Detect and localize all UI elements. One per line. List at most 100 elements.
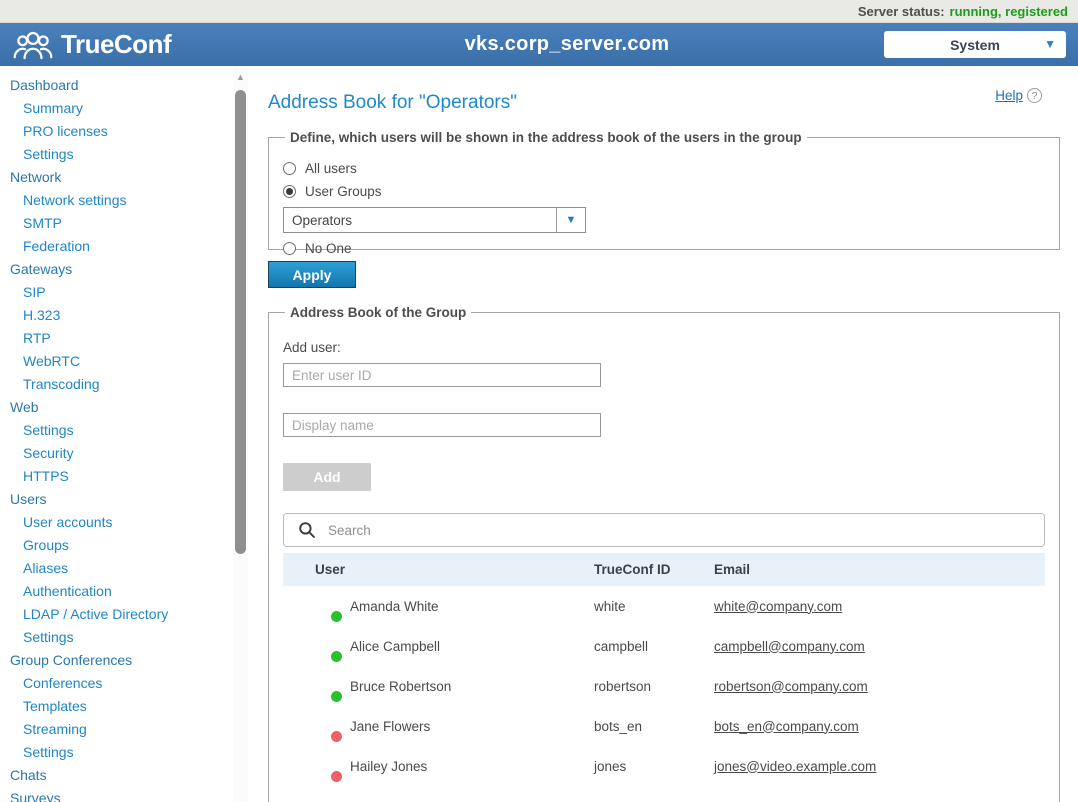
radio-user-groups[interactable] [283, 185, 296, 198]
status-dot [331, 731, 342, 742]
sidebar-item-network[interactable]: Network [0, 166, 252, 189]
brand: TrueConf [0, 29, 250, 60]
help-link[interactable]: Help [995, 88, 1023, 103]
sidebar-item-network-settings[interactable]: Network settings [0, 189, 252, 212]
sidebar-item-summary[interactable]: Summary [0, 97, 252, 120]
group-select-dropdown[interactable]: Operators ▼ [283, 207, 586, 233]
avatar [313, 713, 340, 740]
question-mark-icon[interactable]: ? [1027, 88, 1042, 103]
app-header: TrueConf vks.corp_server.com System ▼ [0, 23, 1078, 66]
radio-option-all-users[interactable]: All users [283, 161, 1045, 176]
email-link[interactable]: robertson@company.com [714, 679, 868, 694]
sidebar-item-templates[interactable]: Templates [0, 695, 252, 718]
dropdown-arrow-icon[interactable]: ▼ [556, 208, 585, 232]
sidebar: DashboardSummaryPRO licensesSettingsNetw… [0, 66, 252, 802]
sidebar-item-streaming[interactable]: Streaming [0, 718, 252, 741]
sidebar-item-h-323[interactable]: H.323 [0, 304, 252, 327]
sidebar-item-settings[interactable]: Settings [0, 419, 252, 442]
radio-all-users[interactable] [283, 162, 296, 175]
user-name: Bruce Robertson [350, 679, 451, 694]
display-name-input[interactable] [283, 413, 601, 437]
page-title: Address Book for "Operators" [268, 92, 517, 114]
system-menu-dropdown[interactable]: System ▼ [884, 31, 1066, 58]
sidebar-nav: DashboardSummaryPRO licensesSettingsNetw… [0, 66, 252, 802]
table-row[interactable]: Alice Campbellcampbellcampbell@company.c… [283, 626, 1045, 666]
define-users-legend: Define, which users will be shown in the… [285, 130, 807, 145]
radio-option-no-one[interactable]: No One [283, 241, 1045, 256]
server-status-bar: Server status: running, registered [0, 0, 1078, 23]
sidebar-item-surveys[interactable]: Surveys [0, 787, 252, 802]
scrollbar-thumb[interactable] [235, 90, 246, 554]
sidebar-item-sip[interactable]: SIP [0, 281, 252, 304]
email-link[interactable]: white@company.com [714, 599, 842, 614]
sidebar-item-https[interactable]: HTTPS [0, 465, 252, 488]
avatar [313, 633, 340, 660]
sidebar-item-group-conferences[interactable]: Group Conferences [0, 649, 252, 672]
sidebar-item-user-accounts[interactable]: User accounts [0, 511, 252, 534]
sidebar-item-users[interactable]: Users [0, 488, 252, 511]
table-header-row: User TrueConf ID Email [283, 553, 1045, 586]
trueconf-id: white [594, 599, 714, 614]
sidebar-item-ldap-active-directory[interactable]: LDAP / Active Directory [0, 603, 252, 626]
sidebar-item-groups[interactable]: Groups [0, 534, 252, 557]
user-name: Alice Campbell [350, 639, 440, 654]
sidebar-item-federation[interactable]: Federation [0, 235, 252, 258]
address-book-legend: Address Book of the Group [285, 305, 471, 320]
trueconf-id: jones [594, 759, 714, 774]
sidebar-item-web[interactable]: Web [0, 396, 252, 419]
user-name: Hailey Jones [350, 759, 427, 774]
table-row[interactable]: Jane Flowersbots_enbots_en@company.com [283, 706, 1045, 746]
sidebar-item-authentication[interactable]: Authentication [0, 580, 252, 603]
main-content: Address Book for "Operators" Help ? Defi… [268, 66, 1060, 802]
avatar [313, 593, 340, 620]
apply-button[interactable]: Apply [268, 261, 356, 288]
search-box[interactable] [283, 513, 1045, 547]
sidebar-item-transcoding[interactable]: Transcoding [0, 373, 252, 396]
header-user: User [283, 562, 594, 577]
sidebar-item-dashboard[interactable]: Dashboard [0, 74, 252, 97]
table-row[interactable]: Amanda White whitewhite@company.com [283, 586, 1045, 626]
email-link[interactable]: jones@video.example.com [714, 759, 876, 774]
sidebar-item-webrtc[interactable]: WebRTC [0, 350, 252, 373]
table-row[interactable]: Bruce Robertson robertsonrobertson@compan… [283, 666, 1045, 706]
table-body: Amanda White whitewhite@company.com Alice … [283, 586, 1045, 786]
user-name: Amanda White [350, 599, 439, 614]
sidebar-item-smtp[interactable]: SMTP [0, 212, 252, 235]
add-user-label: Add user: [283, 340, 1045, 355]
sidebar-item-gateways[interactable]: Gateways [0, 258, 252, 281]
server-name-title: vks.corp_server.com [250, 33, 884, 56]
sidebar-item-conferences[interactable]: Conferences [0, 672, 252, 695]
user-name: Jane Flowers [350, 719, 430, 734]
header-email: Email [714, 562, 1045, 577]
radio-option-user-groups[interactable]: User Groups [283, 184, 1045, 199]
radio-no-one[interactable] [283, 242, 296, 255]
server-status-label: Server status: [858, 4, 945, 19]
header-trueconf-id: TrueConf ID [594, 562, 714, 577]
sidebar-item-settings[interactable]: Settings [0, 741, 252, 764]
sidebar-item-settings[interactable]: Settings [0, 626, 252, 649]
sidebar-item-security[interactable]: Security [0, 442, 252, 465]
define-users-fieldset: Define, which users will be shown in the… [268, 130, 1060, 250]
search-input[interactable] [328, 514, 1044, 546]
sidebar-item-chats[interactable]: Chats [0, 764, 252, 787]
table-row[interactable]: Hailey Jones jonesjones@video.example.com [283, 746, 1045, 786]
sidebar-scrollbar[interactable]: ▲ [233, 68, 248, 802]
trueconf-id: robertson [594, 679, 714, 694]
chevron-down-icon: ▼ [1044, 37, 1056, 51]
trueconf-people-icon [12, 30, 54, 60]
email-link[interactable]: campbell@company.com [714, 639, 865, 654]
email-link[interactable]: bots_en@company.com [714, 719, 859, 734]
add-button[interactable]: Add [283, 463, 371, 491]
status-dot [331, 611, 342, 622]
server-status-value: running, registered [950, 4, 1068, 19]
sidebar-item-settings[interactable]: Settings [0, 143, 252, 166]
search-icon [298, 521, 316, 539]
scroll-up-icon[interactable]: ▲ [233, 68, 248, 82]
status-dot [331, 691, 342, 702]
brand-name: TrueConf [61, 29, 171, 60]
sidebar-item-rtp[interactable]: RTP [0, 327, 252, 350]
user-id-input[interactable] [283, 363, 601, 387]
sidebar-item-pro-licenses[interactable]: PRO licenses [0, 120, 252, 143]
group-select-value: Operators [284, 213, 556, 228]
sidebar-item-aliases[interactable]: Aliases [0, 557, 252, 580]
